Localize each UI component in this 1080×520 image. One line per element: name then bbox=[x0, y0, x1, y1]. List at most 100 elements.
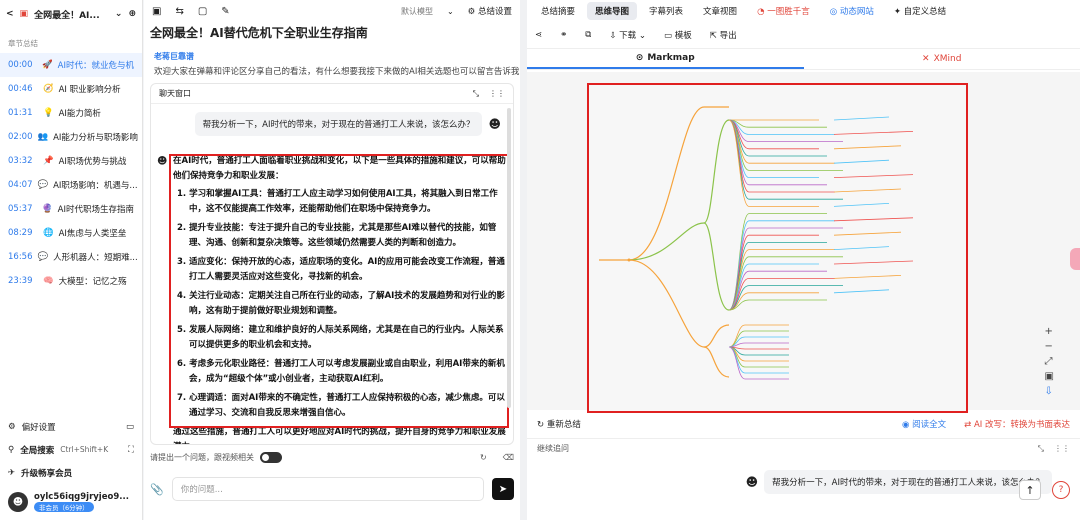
panel-divider[interactable] bbox=[520, 0, 527, 520]
tab-right-0[interactable]: 总结摘要 bbox=[533, 2, 583, 20]
user-profile[interactable]: ☻ oylc56iqg9jryjeo9... 非会员（6分钟） bbox=[0, 484, 142, 520]
status-badge: 非会员（6分钟） bbox=[34, 501, 94, 512]
video-related-toggle[interactable] bbox=[260, 452, 282, 463]
send-button[interactable]: ➤ bbox=[492, 478, 514, 500]
note-icon[interactable]: ✎ bbox=[221, 6, 229, 17]
regenerate-button[interactable]: ↻ 重新总结 bbox=[537, 418, 581, 430]
chapter-time: 00:46 bbox=[8, 84, 33, 94]
chat-title: 聊天窗口 bbox=[159, 89, 191, 98]
chat-icon[interactable]: ▢ bbox=[198, 6, 207, 17]
question-input[interactable]: 你的问题... bbox=[171, 477, 484, 501]
collapse-icon[interactable]: ⤡ bbox=[473, 89, 479, 99]
sidebar-item-chapter[interactable]: 16:56 💬 人形机器人：短期难... bbox=[0, 245, 142, 269]
mindmap-canvas[interactable] bbox=[587, 83, 968, 413]
help-button[interactable]: ? bbox=[1052, 481, 1070, 499]
add-icon[interactable]: ⊕ bbox=[128, 9, 136, 19]
mindmap-branch bbox=[728, 324, 789, 348]
panel-icon[interactable]: ▭ bbox=[126, 422, 134, 432]
copy-icon[interactable]: ⧉ bbox=[585, 30, 591, 40]
chapter-time: 04:07 bbox=[8, 180, 33, 190]
tab-right-1[interactable]: 思维导图 bbox=[587, 2, 638, 20]
scrollbar[interactable] bbox=[507, 108, 511, 408]
sidebar-item-chapter[interactable]: 00:46 🧭 AI 职业影响分析 bbox=[0, 77, 142, 101]
layout-icon[interactable]: ▣ bbox=[152, 6, 161, 17]
chat-window: 聊天窗口 ⤡ ⋮⋮ 帮我分析一下，AI时代的带来，对于现在的普通打工人来说，该怎… bbox=[150, 83, 514, 445]
tab-right-4[interactable]: ◔ 一图胜千言 bbox=[749, 2, 818, 20]
tab-label: 字幕列表 bbox=[649, 7, 684, 17]
sidebar-item-chapter[interactable]: 08:29 🌐 AI焦虑与人类坚垒 bbox=[0, 221, 142, 245]
read-full-button[interactable]: ◉ 阅读全文 bbox=[902, 418, 946, 430]
middle-toolbar: ▣ ⇆ ▢ ✎ 默认模型 ⌄ ⚙ 总结设置 bbox=[144, 0, 520, 22]
view-tabs: ⊙ Markmap ✕ XMind bbox=[527, 48, 1080, 70]
global-search-button[interactable]: ⚲ 全局搜索 Ctrl+Shift+K ⛶ bbox=[0, 438, 142, 461]
sidebar-item-chapter[interactable]: 02:00 👥 AI能力分析与职场影响 bbox=[0, 125, 142, 149]
refresh-icon[interactable]: ↻ bbox=[480, 453, 487, 462]
sidebar-item-chapter[interactable]: 23:39 🧠 大模型：记忆之殇 bbox=[0, 269, 142, 293]
chapter-emoji-icon: 🌐 bbox=[43, 228, 54, 238]
side-handle[interactable] bbox=[1070, 248, 1080, 270]
collapse-icon[interactable]: ⤡ bbox=[1038, 444, 1044, 454]
follow-up-question: ☻ 帮我分析一下，AI时代的带来，对于现在的普通打工人来说，该怎么办？ bbox=[746, 470, 1052, 494]
tab-label: 动态网站 bbox=[839, 7, 874, 17]
tab-markmap[interactable]: ⊙ Markmap bbox=[527, 49, 804, 69]
switch-icon[interactable]: ⇆ bbox=[175, 6, 183, 17]
mindmap-branch bbox=[728, 299, 827, 311]
mindmap-branch bbox=[728, 270, 827, 311]
zoom-out-icon[interactable]: − bbox=[1045, 341, 1054, 352]
ai-rewrite-button[interactable]: ⇄ AI 改写：转换为书面表达 bbox=[964, 418, 1070, 430]
hint-text: 请提出一个问题，跟视频相关 bbox=[150, 453, 254, 462]
preferences-button[interactable]: ⚙ 偏好设置 ▭ bbox=[0, 415, 142, 438]
chapter-time: 02:00 bbox=[8, 132, 33, 142]
back-icon[interactable]: < bbox=[6, 9, 14, 19]
sidebar-item-chapter[interactable]: 00:00 🚀 AI时代：就业危与机 bbox=[0, 53, 142, 77]
model-select[interactable]: 默认模型 bbox=[401, 6, 433, 17]
grid-icon[interactable]: ⋮⋮ bbox=[489, 89, 505, 98]
follow-up-label: 继续追问 bbox=[537, 444, 569, 453]
left-sidebar: < ▣ 全网最全！AI... ⌄ ⊕ 章节总结 00:00 🚀 AI时代：就业危与机… bbox=[0, 0, 143, 520]
link-icon[interactable]: ⚭ bbox=[560, 30, 567, 40]
scroll-top-button[interactable]: ↑ bbox=[1019, 480, 1041, 500]
upgrade-button[interactable]: ✈ 升级畅享会员 bbox=[0, 461, 142, 484]
chat-header: 聊天窗口 ⤡ ⋮⋮ bbox=[151, 84, 513, 104]
sidebar-item-chapter[interactable]: 03:32 📌 AI职场优势与挑战 bbox=[0, 149, 142, 173]
author-name[interactable]: 老蒋巨靠谱 bbox=[144, 43, 520, 62]
mindmap-branch bbox=[728, 119, 827, 128]
fullscreen-icon[interactable]: ▣ bbox=[1045, 371, 1054, 382]
user-avatar-icon: ☻ bbox=[488, 117, 501, 131]
mindmap-leaf bbox=[833, 275, 902, 279]
video-icon: ▣ bbox=[19, 9, 29, 19]
tab-right-6[interactable]: ✦ 自定义总结 bbox=[886, 2, 954, 20]
attach-icon[interactable]: 📎 bbox=[150, 483, 164, 496]
settings-button[interactable]: ⚙ 总结设置 bbox=[468, 5, 512, 17]
sidebar-item-chapter[interactable]: 01:31 💡 AI能力简析 bbox=[0, 101, 142, 125]
tab-right-3[interactable]: 文章视图 bbox=[695, 2, 745, 20]
right-panel: 总结摘要 思维导图 字幕列表 文章视图 ◔ 一图胜千言 ◎ 动态网站 ✦ 自定义总结 ⋖ ⚭… bbox=[527, 0, 1080, 520]
download-button[interactable]: ⇩ 下载 ⌄ bbox=[609, 29, 646, 41]
video-description: 欢迎大家在弹幕和评论区分享自己的看法，有什么想要我接下来做的AI相关选题也可以留… bbox=[154, 67, 520, 77]
chapter-emoji-icon: 🧠 bbox=[43, 276, 54, 286]
mindmap-leaf bbox=[833, 289, 890, 294]
tab-label: 自定义总结 bbox=[903, 7, 947, 17]
eraser-icon[interactable]: ⌫ bbox=[503, 453, 514, 462]
input-row: 📎 你的问题... ➤ bbox=[150, 476, 514, 502]
expand-icon[interactable]: ⛶ bbox=[128, 445, 134, 455]
grid-icon[interactable]: ⋮⋮ bbox=[1054, 444, 1070, 453]
mindmap-leaf bbox=[833, 203, 890, 207]
answer-outro: 通过这些措施，普通打工人可以更好地应对AI时代的挑战，提升自身的竞争力和职业发展… bbox=[173, 427, 506, 444]
sidebar-item-chapter[interactable]: 05:37 🔮 AI时代职场生存指南 bbox=[0, 197, 142, 221]
download-icon[interactable]: ⇩ bbox=[1045, 386, 1054, 397]
mindmap-branch bbox=[728, 119, 827, 157]
tab-xmind[interactable]: ✕ XMind bbox=[804, 49, 1080, 69]
mindmap-area[interactable]: + − ⤢ ▣ ⇩ bbox=[527, 72, 1080, 413]
fit-icon[interactable]: ⤢ bbox=[1045, 356, 1054, 367]
chevron-down-icon[interactable]: ⌄ bbox=[115, 9, 123, 19]
tab-right-2[interactable]: 字幕列表 bbox=[641, 2, 691, 20]
search-icon: ⚲ bbox=[8, 444, 15, 455]
export-button[interactable]: ⇱ 导出 bbox=[710, 29, 737, 41]
template-button[interactable]: ▭ 模板 bbox=[664, 29, 692, 41]
sidebar-item-chapter[interactable]: 04:07 💬 AI职场影响：机遇与... bbox=[0, 173, 142, 197]
zoom-in-icon[interactable]: + bbox=[1045, 326, 1054, 337]
tab-right-5[interactable]: ◎ 动态网站 bbox=[822, 2, 882, 20]
chapter-title: AI能力简析 bbox=[58, 109, 101, 119]
share-icon[interactable]: ⋖ bbox=[535, 30, 542, 40]
